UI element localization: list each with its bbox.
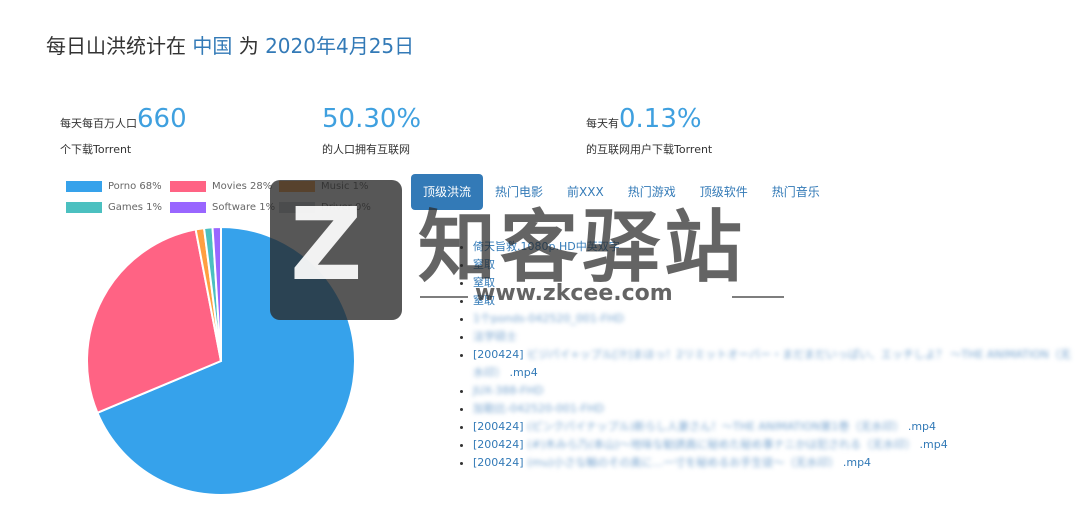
tab-top-torrents[interactable]: 顶级洪流 [411, 174, 484, 210]
list-item: 倚天旨救.1080p.HD中英双字 [473, 238, 1073, 256]
list-item: [200424] (mu)小さな輸のその奥に…一寸を秘めるお手生徒～（无水印） … [473, 454, 1073, 472]
torrent-link[interactable]: 倚天旨救.1080p.HD中英双字 [473, 240, 620, 253]
torrent-link[interactable]: 窒取 [473, 294, 495, 307]
torrent-link[interactable]: 窒取 [473, 276, 495, 289]
list-item: [200424] (ピンクパイナップル)新らし人妻さん！～THE ANIMATI… [473, 418, 1073, 436]
tab-top-xxx[interactable]: 前XXX [555, 174, 616, 210]
torrent-link[interactable]: [200424] (ピンクパイナップル)新らし人妻さん！～THE ANIMATI… [473, 420, 936, 433]
torrent-link[interactable]: 窒取 [473, 258, 495, 271]
torrent-link[interactable]: [200424] (#)木みら乃(本山)～地味な勧誘員に秘めた秘め事ナニかは犯さ… [473, 438, 948, 451]
torrent-link[interactable]: [200424] ビジパイ+ップル[汁]まほっ！2リミットオーバー・まだまだいっ… [473, 348, 1071, 379]
tab-top-music[interactable]: 热门音乐 [760, 174, 832, 210]
torrent-list: 倚天旨救.1080p.HD中英双字 窒取 窒取 窒取 1个ponds-04252… [458, 238, 1073, 472]
list-item: [200424] (#)木みら乃(本山)～地味な勧誘員に秘めた秘め事ナニかは犯さ… [473, 436, 1073, 454]
list-item: 加勒比-042520-001-FHD [473, 400, 1073, 418]
list-item: 窒取 [473, 256, 1073, 274]
category-tabs: 顶级洪流 热门电影 前XXX 热门游戏 顶级软件 热门音乐 [411, 174, 832, 210]
tab-top-software[interactable]: 顶级软件 [688, 174, 760, 210]
list-item: JUX-388-FHD [473, 382, 1073, 400]
list-item: 1个ponds-042520_001-FHD [473, 310, 1073, 328]
list-item: 法学硕士 [473, 328, 1073, 346]
list-item: 窒取 [473, 292, 1073, 310]
list-item: [200424] ビジパイ+ップル[汁]まほっ！2リミットオーバー・まだまだいっ… [473, 346, 1073, 382]
tab-top-games[interactable]: 热门游戏 [616, 174, 688, 210]
torrent-link[interactable]: JUX-388-FHD [473, 384, 543, 397]
torrent-link[interactable]: [200424] (mu)小さな輸のその奥に…一寸を秘めるお手生徒～（无水印） … [473, 456, 871, 469]
torrent-link[interactable]: 法学硕士 [473, 330, 517, 343]
tab-top-movies[interactable]: 热门电影 [483, 174, 555, 210]
torrent-link[interactable]: 1个ponds-042520_001-FHD [473, 312, 624, 325]
torrent-link[interactable]: 加勒比-042520-001-FHD [473, 402, 604, 415]
list-item: 窒取 [473, 274, 1073, 292]
